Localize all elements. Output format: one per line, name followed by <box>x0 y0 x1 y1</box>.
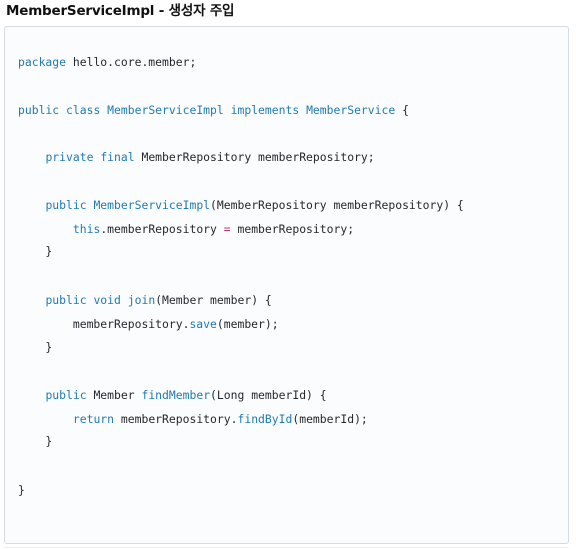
keyword: this <box>72 222 101 236</box>
keyword: class <box>66 103 101 117</box>
keyword: implements <box>230 103 300 117</box>
divider <box>4 547 569 548</box>
keyword: private <box>45 150 94 164</box>
code-text: memberRepository. <box>114 412 238 426</box>
keyword: final <box>100 150 135 164</box>
keyword: return <box>72 412 115 426</box>
code-text: (memberId); <box>292 412 368 426</box>
function-name: save <box>189 317 217 331</box>
code-line-close-brace: } <box>18 434 53 448</box>
keyword: public <box>45 293 87 307</box>
keyword: void <box>93 293 121 307</box>
code-text: hello.core.member; <box>66 55 197 69</box>
keyword: public <box>45 388 87 402</box>
function-name: findById <box>237 412 293 426</box>
code-text: memberRepository. <box>18 317 190 331</box>
keyword: package <box>18 55 67 69</box>
code-text: (Long memberId) { <box>210 388 327 402</box>
code-text: memberRepository; <box>230 222 355 236</box>
code-line-close-brace: } <box>18 244 53 258</box>
code-line-join-method: public void join(Member member) { <box>18 293 272 308</box>
keyword: public <box>45 198 87 212</box>
operator: = <box>223 222 231 236</box>
code-text: Member <box>86 388 142 402</box>
heading-title: MemberServiceImpl <box>6 3 155 19</box>
function-name: MemberServiceImpl <box>93 198 211 212</box>
code-block: package hello.core.member; public class … <box>4 26 569 544</box>
class-name: MemberService <box>306 103 396 117</box>
code-line-return: return memberRepository.findById(memberI… <box>18 412 368 427</box>
code-line-class-declaration: public class MemberServiceImpl implement… <box>18 103 409 118</box>
code-line-class-close-brace: } <box>18 483 25 497</box>
code-line-findmember-method: public Member findMember(Long memberId) … <box>18 388 327 403</box>
code-line-save-call: memberRepository.save(member); <box>18 317 279 332</box>
code-line-field: private final MemberRepository memberRep… <box>18 150 375 165</box>
class-name: MemberServiceImpl <box>107 103 224 117</box>
function-name: findMember <box>141 388 211 402</box>
code-text: (member); <box>216 317 279 331</box>
code-line-package: package hello.core.member; <box>18 55 196 70</box>
code-line-close-brace: } <box>18 340 53 354</box>
code-text: { <box>395 103 409 117</box>
code-text: .memberRepository <box>100 222 224 236</box>
code-line-assignment: this.memberRepository = memberRepository… <box>18 222 354 237</box>
code-text: (Member member) { <box>155 293 272 307</box>
keyword: public <box>18 103 60 117</box>
function-name: join <box>127 293 156 307</box>
code-line-constructor: public MemberServiceImpl(MemberRepositor… <box>18 198 464 213</box>
section-heading: MemberServiceImpl - 생성자 주입 <box>6 3 234 20</box>
heading-separator: - <box>154 3 169 19</box>
heading-subtitle: 생성자 주입 <box>168 3 235 19</box>
code-text: (MemberRepository memberRepository) { <box>210 198 464 212</box>
code-text: MemberRepository memberRepository; <box>134 150 375 164</box>
